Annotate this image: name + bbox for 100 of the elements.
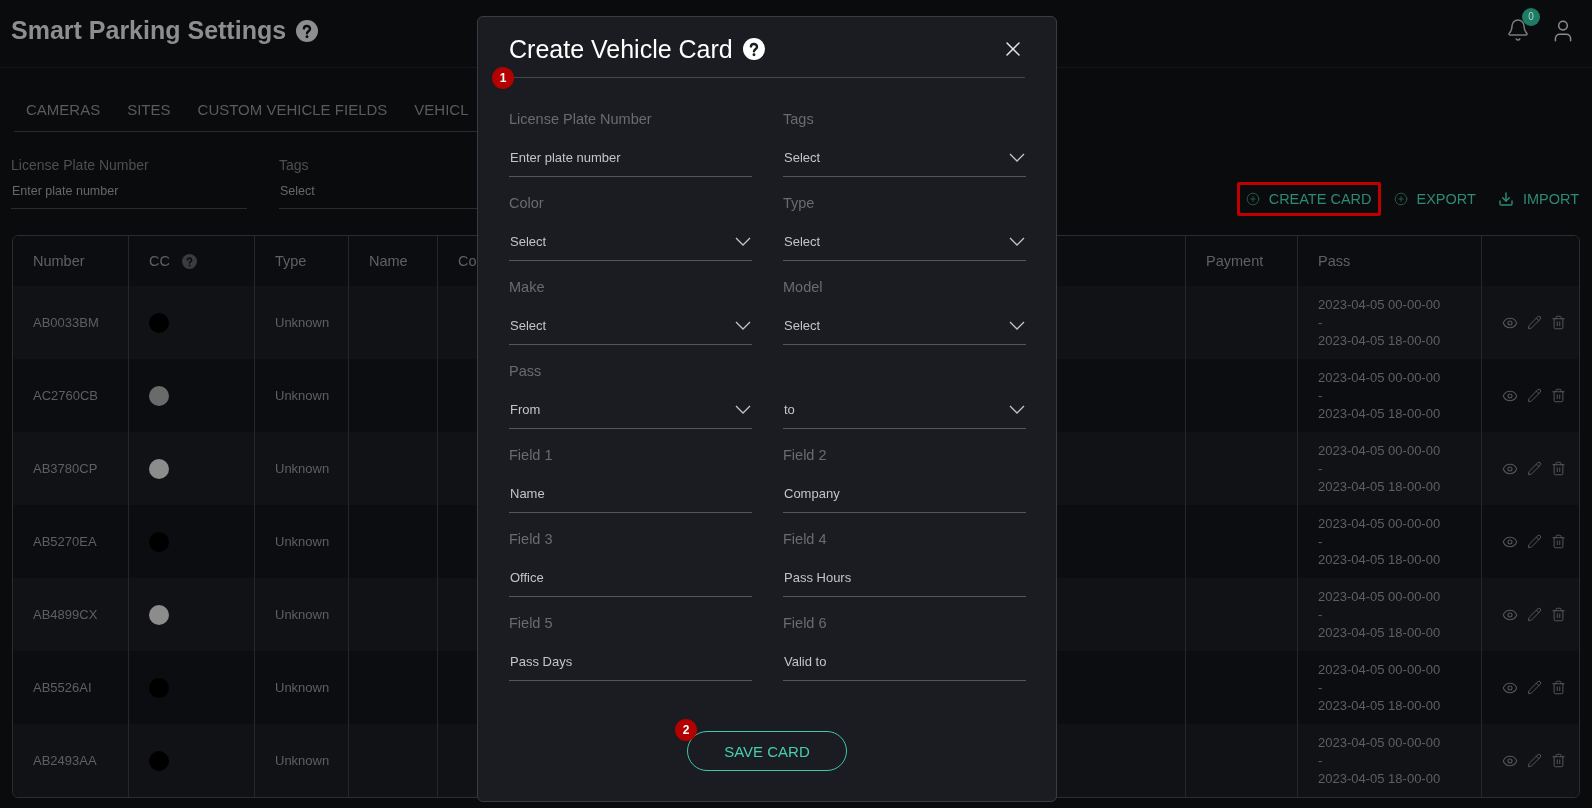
table-cell: AB2493AA	[33, 753, 97, 768]
pass-date: 2023-04-05 18-00-00	[1318, 696, 1442, 715]
pencil-icon[interactable]	[1527, 461, 1542, 476]
step-marker: 1	[492, 67, 514, 89]
table-cell: Unknown	[275, 534, 330, 549]
table-cell: Unknown	[275, 753, 330, 768]
pass-date: -	[1318, 678, 1324, 697]
table-cell: AC2760CB	[33, 388, 99, 403]
dialog-title: Create Vehicle Card	[509, 34, 733, 64]
plus-circle-icon	[1393, 192, 1408, 206]
field-label: Type	[783, 194, 816, 212]
select-field[interactable]: Select	[783, 223, 1026, 261]
pencil-icon[interactable]	[1527, 315, 1542, 330]
field-label: License Plate Number	[11, 156, 150, 174]
field-label: License Plate Number	[509, 110, 653, 128]
field-label: Tags	[279, 156, 310, 174]
table-cell: Unknown	[275, 315, 330, 330]
chevron-down-icon	[735, 405, 751, 414]
field-label: Field 3	[509, 530, 554, 548]
select-field[interactable]: Select	[783, 307, 1026, 345]
pass-date: 2023-04-05 18-00-00	[1318, 769, 1442, 788]
pass-date: 2023-04-05 00-00-00	[1318, 441, 1442, 460]
text-field[interactable]: Pass Days	[509, 643, 752, 681]
text-field[interactable]: Enter plate number	[509, 139, 752, 177]
column-header: Pass	[1318, 253, 1351, 269]
field-label: Field 2	[783, 446, 828, 464]
table-cell: Unknown	[275, 680, 330, 695]
pass-date: 2023-04-05 00-00-00	[1318, 660, 1442, 679]
column-header: Name	[369, 253, 408, 269]
field-label: Make	[509, 278, 546, 296]
trash-icon[interactable]	[1551, 534, 1566, 549]
pencil-icon[interactable]	[1527, 388, 1542, 403]
trash-icon[interactable]	[1551, 388, 1566, 403]
table-cell: Unknown	[275, 461, 330, 476]
chevron-down-icon	[735, 237, 751, 246]
pencil-icon[interactable]	[1527, 607, 1542, 622]
table-cell: AB5526AI	[33, 680, 92, 695]
pass-date: 2023-04-05 18-00-00	[1318, 477, 1442, 496]
text-field[interactable]: Pass Hours	[783, 559, 1026, 597]
trash-icon[interactable]	[1551, 680, 1566, 695]
column-header: Type	[275, 253, 307, 269]
field-label: Pass	[509, 362, 543, 380]
chevron-down-icon	[735, 321, 751, 330]
pass-date: -	[1318, 386, 1324, 405]
action-button[interactable]: CREATE CARD	[1236, 182, 1381, 216]
pencil-icon[interactable]	[1527, 534, 1542, 549]
pass-date: 2023-04-05 18-00-00	[1318, 331, 1442, 350]
text-field[interactable]: Enter plate number	[11, 174, 247, 209]
select-field[interactable]: to	[783, 391, 1026, 429]
field-label: Field 1	[509, 446, 554, 464]
pass-date: 2023-04-05 18-00-00	[1318, 623, 1442, 642]
chevron-down-icon	[1009, 405, 1025, 414]
chevron-down-icon	[1009, 237, 1025, 246]
table-cell: AB3780CP	[33, 461, 98, 476]
step-marker: 2	[675, 719, 697, 741]
table-cell: Unknown	[275, 607, 330, 622]
trash-icon[interactable]	[1551, 461, 1566, 476]
pass-date: -	[1318, 313, 1324, 332]
trash-icon[interactable]	[1551, 607, 1566, 622]
field-label: Model	[783, 278, 824, 296]
text-field[interactable]: Office	[509, 559, 752, 597]
pass-date: 2023-04-05 00-00-00	[1318, 368, 1442, 387]
field-label: Field 5	[509, 614, 554, 632]
field-label: Field 4	[783, 530, 828, 548]
pass-date: 2023-04-05 18-00-00	[1318, 550, 1442, 569]
help-icon[interactable]	[742, 38, 765, 60]
bell-icon[interactable]	[1506, 17, 1530, 42]
chevron-down-icon	[1009, 153, 1025, 162]
select-field[interactable]: Select	[783, 139, 1026, 177]
pass-date: 2023-04-05 00-00-00	[1318, 587, 1442, 606]
pass-date: 2023-04-05 00-00-00	[1318, 733, 1442, 752]
help-icon[interactable]	[296, 19, 319, 42]
column-header: CC	[149, 253, 170, 269]
plus-circle-icon	[1245, 192, 1260, 206]
pass-date: 2023-04-05 00-00-00	[1318, 514, 1442, 533]
text-field[interactable]: Name	[509, 475, 752, 513]
download-icon	[1497, 191, 1514, 207]
pass-date: -	[1318, 459, 1324, 478]
pass-date: 2023-04-05 18-00-00	[1318, 404, 1442, 423]
select-field[interactable]: From	[509, 391, 752, 429]
select-field[interactable]: Select	[509, 307, 752, 345]
table-cell: AB0033BM	[33, 315, 99, 330]
notification-badge: 0	[1522, 7, 1540, 26]
field-label: Tags	[783, 110, 815, 128]
action-button[interactable]: IMPORT	[1488, 182, 1588, 216]
column-header: Number	[33, 253, 85, 269]
table-cell: AB5270EA	[33, 534, 97, 549]
action-button[interactable]: EXPORT	[1384, 182, 1485, 216]
trash-icon[interactable]	[1551, 315, 1566, 330]
pass-date: -	[1318, 532, 1324, 551]
trash-icon[interactable]	[1551, 753, 1566, 768]
pencil-icon[interactable]	[1527, 753, 1542, 768]
text-field[interactable]: Company	[783, 475, 1026, 513]
pass-date: -	[1318, 605, 1324, 624]
select-field[interactable]: Select	[509, 223, 752, 261]
pencil-icon[interactable]	[1527, 680, 1542, 695]
field-label: Field 6	[783, 614, 828, 632]
page-title: Smart Parking Settings	[11, 16, 287, 45]
text-field[interactable]: Valid to	[783, 643, 1026, 681]
pass-date: 2023-04-05 00-00-00	[1318, 295, 1442, 314]
